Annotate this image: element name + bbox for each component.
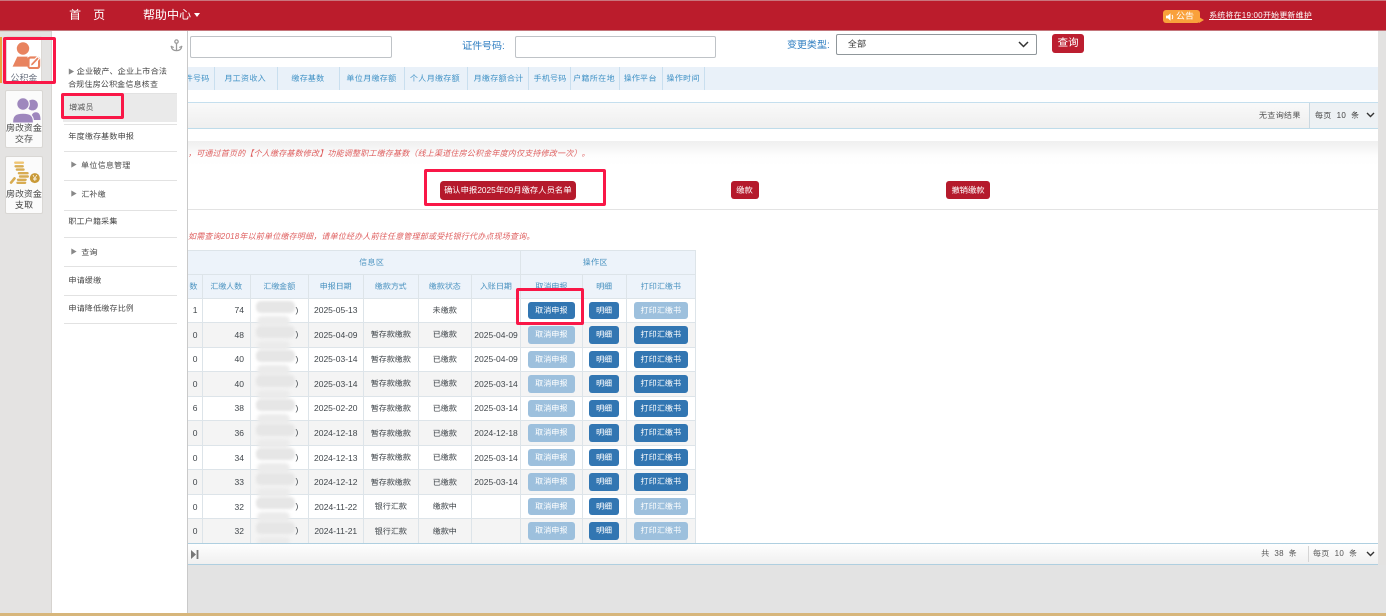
svg-text:¥: ¥ bbox=[32, 174, 38, 183]
